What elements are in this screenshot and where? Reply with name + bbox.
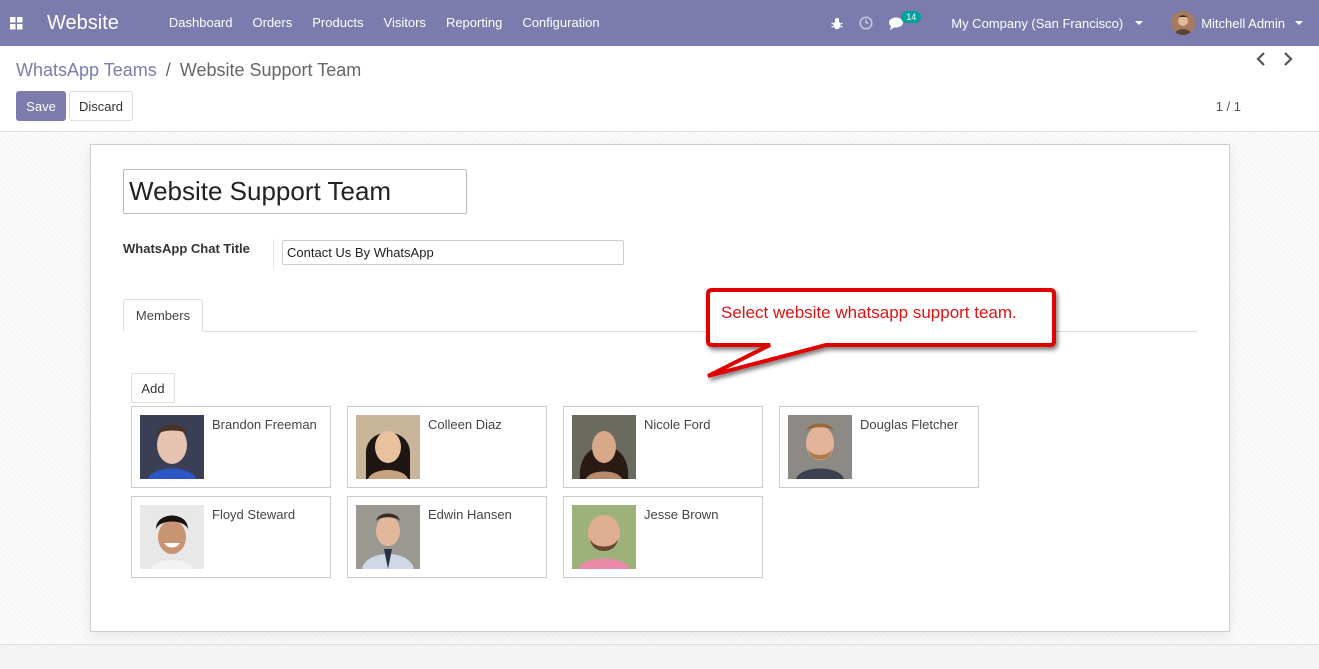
footer-bar	[0, 644, 1319, 669]
menu-reporting[interactable]: Reporting	[436, 0, 512, 46]
discard-button[interactable]: Discard	[69, 91, 133, 121]
member-photo	[788, 415, 852, 479]
add-member-button[interactable]: Add	[131, 373, 175, 403]
menu-visitors[interactable]: Visitors	[374, 0, 436, 46]
breadcrumb-current: Website Support Team	[179, 60, 362, 80]
pager-value: 1 / 1	[1215, 99, 1241, 114]
member-card[interactable]: Floyd Steward	[131, 496, 331, 578]
menu-configuration[interactable]: Configuration	[512, 0, 609, 46]
member-photo	[140, 505, 204, 569]
apps-menu-icon[interactable]	[0, 0, 32, 46]
member-card[interactable]: Nicole Ford	[563, 406, 763, 488]
chevron-left-icon[interactable]	[1254, 51, 1268, 67]
chat-title-input[interactable]	[282, 240, 624, 265]
activity-clock-icon[interactable]	[859, 16, 873, 30]
menu-products[interactable]: Products	[302, 0, 373, 46]
label-divider	[273, 239, 274, 269]
member-card[interactable]: Brandon Freeman	[131, 406, 331, 488]
member-card[interactable]: Jesse Brown	[563, 496, 763, 578]
team-name-input[interactable]	[123, 169, 467, 214]
save-button[interactable]: Save	[16, 91, 66, 121]
chat-count-badge: 14	[901, 11, 922, 23]
member-name: Douglas Fletcher	[860, 417, 959, 432]
top-navbar: Website Dashboard Orders Products Visito…	[0, 0, 1319, 46]
member-photo	[572, 415, 636, 479]
breadcrumb-separator: /	[165, 60, 171, 80]
member-photo	[140, 415, 204, 479]
debug-bug-icon[interactable]	[831, 17, 843, 30]
form-sheet: WhatsApp Chat Title Members Add Brandon …	[90, 144, 1230, 632]
messaging-chat-icon[interactable]: 14	[889, 11, 925, 30]
menu-orders[interactable]: Orders	[243, 0, 303, 46]
breadcrumb-parent-link[interactable]: WhatsApp Teams	[16, 60, 157, 80]
member-name: Jesse Brown	[644, 507, 719, 522]
annotation-text: Select website whatsapp support team.	[721, 303, 1017, 322]
company-name: My Company (San Francisco)	[951, 15, 1124, 31]
member-photo	[572, 505, 636, 569]
breadcrumb: WhatsApp Teams / Website Support Team	[16, 60, 361, 81]
chevron-down-icon	[1135, 21, 1144, 25]
member-photo	[356, 505, 420, 569]
member-name: Floyd Steward	[212, 507, 296, 522]
chevron-right-icon[interactable]	[1281, 51, 1295, 67]
chevron-down-icon	[1295, 21, 1303, 25]
company-switcher[interactable]: My Company (San Francisco)	[951, 15, 1144, 31]
tabs-divider	[123, 331, 1197, 332]
chat-title-label: WhatsApp Chat Title	[123, 241, 250, 256]
member-card[interactable]: Edwin Hansen	[347, 496, 547, 578]
user-avatar	[1171, 11, 1196, 35]
menu-dashboard[interactable]: Dashboard	[159, 0, 243, 46]
user-name: Mitchell Admin	[1201, 15, 1285, 31]
member-photo	[356, 415, 420, 479]
app-brand[interactable]: Website	[47, 12, 119, 35]
member-name: Brandon Freeman	[212, 417, 317, 432]
tab-members[interactable]: Members	[123, 299, 203, 332]
member-name: Edwin Hansen	[428, 507, 512, 522]
member-card[interactable]: Douglas Fletcher	[779, 406, 979, 488]
control-panel: WhatsApp Teams / Website Support Team Sa…	[0, 46, 1319, 132]
member-name: Colleen Diaz	[428, 417, 502, 432]
user-menu[interactable]: Mitchell Admin	[1171, 11, 1303, 35]
member-card[interactable]: Colleen Diaz	[347, 406, 547, 488]
member-name: Nicole Ford	[644, 417, 711, 432]
